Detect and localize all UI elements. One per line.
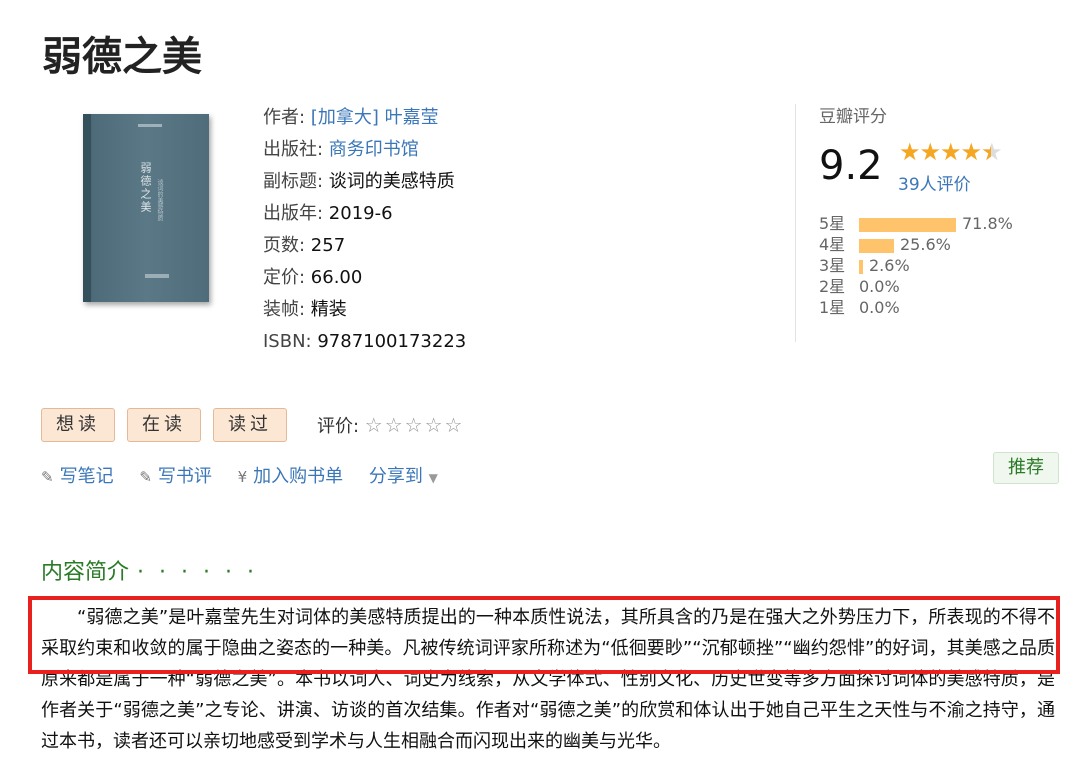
add-to-booklist-link[interactable]: ¥ 加入购书单	[238, 466, 344, 487]
info-isbn: ISBN: 9787100173223	[263, 328, 466, 360]
rating-bar	[859, 238, 894, 253]
status-buttons: 想读 在读 读过	[41, 408, 299, 442]
rating-label: 豆瓣评分	[819, 107, 887, 127]
rating-row-label: 5星	[819, 214, 846, 233]
info-label: 作者:	[263, 107, 311, 128]
info-label: 出版社:	[263, 139, 329, 160]
rating-row-label: 1星	[819, 298, 846, 317]
write-note-label: 写笔记	[59, 466, 114, 487]
pencil-icon: ✎	[139, 468, 152, 486]
intro-heading-text: 内容简介	[41, 560, 130, 585]
info-label: 出版年:	[263, 203, 329, 224]
user-rating-label: 评价:	[317, 416, 365, 437]
info-value: 精装	[310, 299, 347, 320]
share-label: 分享到	[368, 466, 423, 487]
star-icon: ★	[899, 138, 920, 166]
rating-distribution: 5星 71.8% 4星 25.6% 3星 2.6% 2星 0.0% 1星 0.0%	[819, 213, 1013, 318]
info-value: 2019-6	[328, 203, 393, 224]
rating-row-pct: 71.8%	[962, 214, 1013, 233]
rating-row-pct: 2.6%	[869, 256, 910, 275]
action-links: ✎ 写笔记 ✎ 写书评 ¥ 加入购书单 分享到 ▼	[41, 462, 458, 488]
intro-heading-dots: · · · · · ·	[137, 560, 258, 585]
rating-row-2: 2星 0.0%	[819, 276, 1013, 297]
book-info: 作者: [加拿大] 叶嘉莹 出版社: 商务印书馆 副标题: 谈词的美感特质 出版…	[263, 104, 466, 360]
info-label: 副标题:	[263, 171, 329, 192]
info-pages: 页数: 257	[263, 232, 466, 264]
rating-row-pct: 25.6%	[900, 235, 951, 254]
info-label: 定价:	[263, 267, 311, 288]
yen-icon: ¥	[237, 468, 248, 486]
write-review-label: 写书评	[157, 466, 212, 487]
rating-row-5: 5星 71.8%	[819, 213, 1013, 234]
info-subtitle: 副标题: 谈词的美感特质	[263, 168, 466, 200]
book-cover-image[interactable]: 弱德之美 谈词的美感特质	[83, 114, 209, 302]
info-label: ISBN:	[263, 331, 318, 352]
have-read-button[interactable]: 读过	[213, 408, 287, 442]
rating-row-pct: 0.0%	[859, 277, 900, 296]
recommend-button[interactable]: 推荐	[993, 452, 1059, 484]
rating-stars: ★★★★★	[899, 138, 1003, 166]
add-to-booklist-label: 加入购书单	[253, 466, 344, 487]
cover-author-mark	[138, 124, 162, 127]
rating-score: 9.2	[819, 143, 883, 189]
cover-title: 弱德之美	[139, 162, 152, 214]
want-to-read-button[interactable]: 想读	[41, 408, 115, 442]
info-publisher: 出版社: 商务印书馆	[263, 136, 466, 168]
intro-body: “弱德之美”是叶嘉莹先生对词体的美感特质提出的一种本质性说法，其所具含的乃是在强…	[41, 602, 1055, 757]
info-value: 66.00	[310, 267, 363, 288]
half-star-icon: ★	[981, 138, 1002, 166]
pencil-icon: ✎	[41, 468, 54, 486]
info-label: 页数:	[263, 235, 311, 256]
rating-row-label: 3星	[819, 256, 846, 275]
write-note-link[interactable]: ✎ 写笔记	[41, 466, 114, 487]
star-icon: ★	[940, 138, 961, 166]
book-title: 弱德之美	[42, 34, 202, 80]
info-label: 装帧:	[263, 299, 311, 320]
vertical-divider	[795, 104, 796, 342]
rating-row-pct: 0.0%	[859, 298, 900, 317]
info-value: 9787100173223	[317, 331, 467, 352]
rating-row-3: 3星 2.6%	[819, 255, 1013, 276]
rating-votes-link[interactable]: 39人评价	[898, 170, 971, 195]
rating-row-label: 2星	[819, 277, 846, 296]
reading-button[interactable]: 在读	[127, 408, 201, 442]
rating-row-label: 4星	[819, 235, 846, 254]
info-value: 谈词的美感特质	[328, 171, 455, 192]
empty-star-icons[interactable]: ☆☆☆☆☆	[365, 413, 465, 437]
star-icon: ★	[919, 138, 941, 166]
user-rating: 评价: ☆☆☆☆☆	[317, 412, 464, 438]
info-year: 出版年: 2019-6	[263, 200, 466, 232]
cover-subtitle: 谈词的美感特质	[156, 179, 163, 221]
rating-row-1: 1星 0.0%	[819, 297, 1013, 318]
cover-spine	[83, 114, 91, 302]
info-price: 定价: 66.00	[263, 264, 466, 296]
rating-panel: 豆瓣评分 9.2 ★★★★★ 39人评价 5星71.8% 4星25.6% 3星2…	[819, 102, 1013, 317]
info-author: 作者: [加拿大] 叶嘉莹	[263, 104, 466, 136]
caret-down-icon: ▼	[428, 471, 438, 485]
rating-row-4: 4星 25.6%	[819, 234, 1013, 255]
cover-publisher-mark	[145, 274, 169, 278]
publisher-link[interactable]: 商务印书馆	[329, 139, 419, 160]
intro-paragraph: “弱德之美”是叶嘉莹先生对词体的美感特质提出的一种本质性说法，其所具含的乃是在强…	[41, 607, 1055, 752]
write-review-link[interactable]: ✎ 写书评	[139, 466, 212, 487]
rating-bar	[859, 259, 863, 274]
info-value: 257	[310, 235, 346, 256]
author-link[interactable]: [加拿大] 叶嘉莹	[311, 107, 439, 128]
rating-bar	[859, 217, 956, 232]
star-icon: ★	[960, 138, 982, 166]
info-binding: 装帧: 精装	[263, 296, 466, 328]
intro-heading: 内容简介 · · · · · ·	[41, 554, 258, 586]
share-link[interactable]: 分享到 ▼	[369, 466, 438, 487]
